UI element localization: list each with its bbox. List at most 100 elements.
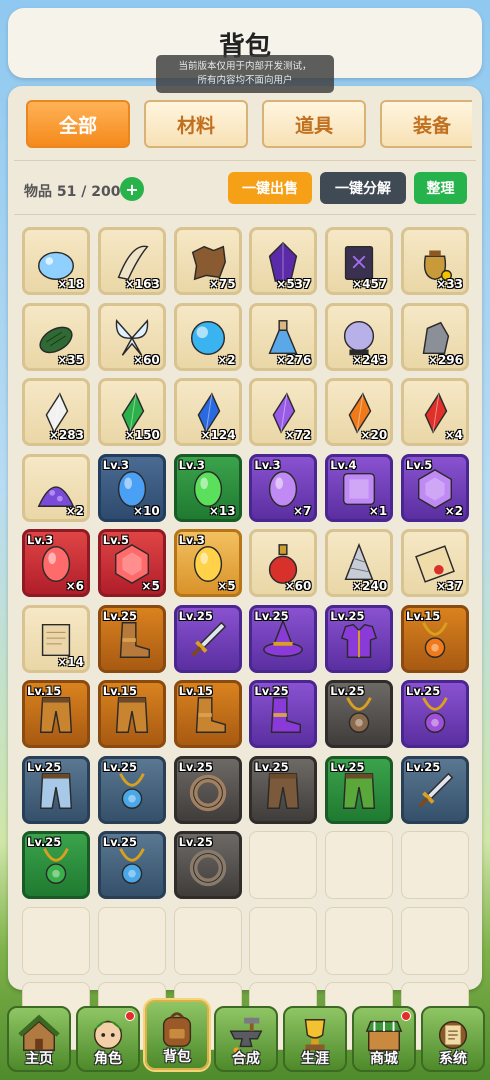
tab-items[interactable]: 道具 [262, 100, 366, 148]
inventory-slot[interactable]: ×283 [22, 378, 90, 446]
inventory-slot[interactable]: Lv.25 [325, 680, 394, 748]
empty-slot[interactable] [249, 831, 318, 899]
inventory-slot[interactable]: Lv.15 [173, 680, 242, 748]
nav-settings[interactable]: 系统 [421, 1006, 485, 1072]
tab-equipment[interactable]: 装备 [380, 100, 472, 148]
quick-dismantle-button[interactable]: 一键分解 [320, 172, 406, 204]
item-level: Lv.25 [178, 835, 213, 849]
inventory-slot[interactable]: Lv.25 [401, 680, 469, 748]
inventory-slot[interactable]: Lv.3 ×6 [22, 529, 90, 597]
item-quantity: ×240 [352, 579, 388, 593]
inventory-slot[interactable]: ×537 [249, 227, 318, 295]
inventory-slot[interactable]: Lv.25 [22, 831, 90, 899]
item-level: Lv.25 [27, 835, 62, 849]
inventory-slot[interactable]: Lv.25 [173, 831, 242, 899]
inventory-slot[interactable]: ×18 [22, 227, 90, 295]
amulet-icon [119, 848, 145, 885]
inventory-slot[interactable]: Lv.3 ×5 [173, 529, 242, 597]
nav-character[interactable]: 角色 [76, 1006, 140, 1072]
empty-slot[interactable] [401, 831, 469, 899]
inventory-slot[interactable]: Lv.25 [249, 604, 318, 673]
item-quantity: ×283 [48, 428, 84, 442]
inventory-slot[interactable]: Lv.15 [97, 680, 166, 748]
inventory-slot[interactable]: ×75 [173, 227, 242, 295]
empty-slot[interactable] [97, 906, 166, 975]
item-level: Lv.25 [102, 759, 138, 774]
inventory-slot[interactable]: ×243 [325, 302, 394, 371]
inventory-slot[interactable]: ×60 [249, 529, 318, 597]
item-level: Lv.3 [178, 533, 205, 547]
item-level: Lv.25 [178, 759, 213, 774]
tab-all[interactable]: 全部 [26, 100, 130, 148]
item-quantity: ×4 [444, 428, 463, 442]
item-quantity: ×10 [133, 503, 160, 518]
expand-capacity-button[interactable]: + [120, 177, 144, 201]
nav-trophy[interactable]: 生涯 [283, 1006, 347, 1072]
inventory-slot[interactable]: Lv.25 [97, 755, 166, 824]
inventory-slot[interactable]: Lv.25 [22, 755, 90, 824]
inventory-slot[interactable]: ×163 [97, 227, 166, 295]
inventory-slot[interactable]: Lv.25 [325, 604, 394, 673]
nav-shop[interactable]: 商城 [352, 1006, 416, 1072]
inventory-slot[interactable]: Lv.5 ×5 [97, 529, 166, 597]
item-level: Lv.15 [102, 684, 138, 698]
item-level: Lv.25 [178, 608, 213, 623]
inventory-slot[interactable]: Lv.25 [401, 755, 469, 824]
inventory-slot[interactable]: ×37 [401, 529, 469, 597]
inventory-slot[interactable]: Lv.4 ×1 [325, 453, 394, 522]
item-level: Lv.25 [254, 608, 289, 623]
inventory-slot[interactable]: Lv.25 [249, 755, 318, 824]
nav-home[interactable]: 主页 [7, 1006, 71, 1072]
boots-icon [195, 697, 226, 734]
inventory-slot[interactable]: Lv.25 [97, 831, 166, 899]
empty-slot[interactable] [173, 906, 242, 975]
inventory-slot[interactable]: Lv.25 [249, 680, 318, 748]
leather-pants-icon [39, 697, 73, 734]
inventory-slot[interactable]: Lv.25 [173, 604, 242, 673]
inventory-slot[interactable]: Lv.5 ×2 [401, 453, 469, 522]
sort-button[interactable]: 整理 [414, 172, 467, 204]
tab-materials[interactable]: 材料 [144, 100, 248, 148]
inventory-slot[interactable]: ×35 [22, 302, 90, 371]
item-quantity: ×75 [208, 277, 236, 291]
inventory-slot[interactable]: ×33 [401, 227, 469, 295]
item-level: Lv.3 [102, 457, 130, 472]
inventory-slot[interactable]: ×240 [325, 529, 394, 597]
armor-icon [341, 623, 378, 658]
nav-label: 主页 [25, 1051, 53, 1067]
inventory-slot[interactable]: ×296 [401, 302, 469, 371]
inventory-slot[interactable]: ×20 [325, 378, 394, 446]
inventory-slot[interactable]: Lv.25 [325, 755, 394, 824]
inventory-slot[interactable]: ×72 [249, 378, 318, 446]
inventory-slot[interactable]: Lv.3 ×13 [173, 453, 242, 522]
inventory-slot[interactable]: ×457 [325, 227, 394, 295]
quick-sell-button[interactable]: 一键出售 [228, 172, 312, 204]
inventory-slot[interactable]: ×2 [22, 453, 90, 522]
leather-pants-icon [115, 697, 148, 734]
inventory-slot[interactable]: Lv.25 [173, 755, 242, 824]
inventory-slot[interactable]: ×276 [249, 302, 318, 371]
inventory-slot[interactable]: ×2 [173, 302, 242, 371]
nav-backpack[interactable]: 背包 [145, 1000, 209, 1070]
item-level: Lv.25 [102, 835, 138, 849]
empty-slot[interactable] [325, 906, 394, 975]
item-quantity: ×35 [57, 352, 84, 367]
inventory-slot[interactable]: Lv.15 [22, 680, 90, 748]
inventory-slot[interactable]: ×4 [401, 378, 469, 446]
inventory-slot[interactable]: Lv.3 ×7 [249, 453, 318, 522]
item-quantity: ×18 [57, 277, 84, 291]
empty-slot[interactable] [401, 906, 469, 975]
divider [14, 214, 476, 215]
nav-anvil[interactable]: 合成 [214, 1006, 278, 1072]
inventory-slot[interactable]: Lv.3 ×10 [97, 453, 166, 522]
inventory-slot[interactable]: Lv.15 [401, 604, 469, 673]
item-quantity: ×7 [292, 503, 312, 518]
inventory-slot[interactable]: ×14 [22, 604, 90, 673]
empty-slot[interactable] [249, 906, 318, 975]
empty-slot[interactable] [325, 831, 394, 899]
inventory-slot[interactable]: ×60 [97, 302, 166, 371]
inventory-slot[interactable]: ×150 [97, 378, 166, 446]
inventory-slot[interactable]: Lv.25 [97, 604, 166, 673]
inventory-slot[interactable]: ×124 [173, 378, 242, 446]
empty-slot[interactable] [22, 906, 90, 975]
